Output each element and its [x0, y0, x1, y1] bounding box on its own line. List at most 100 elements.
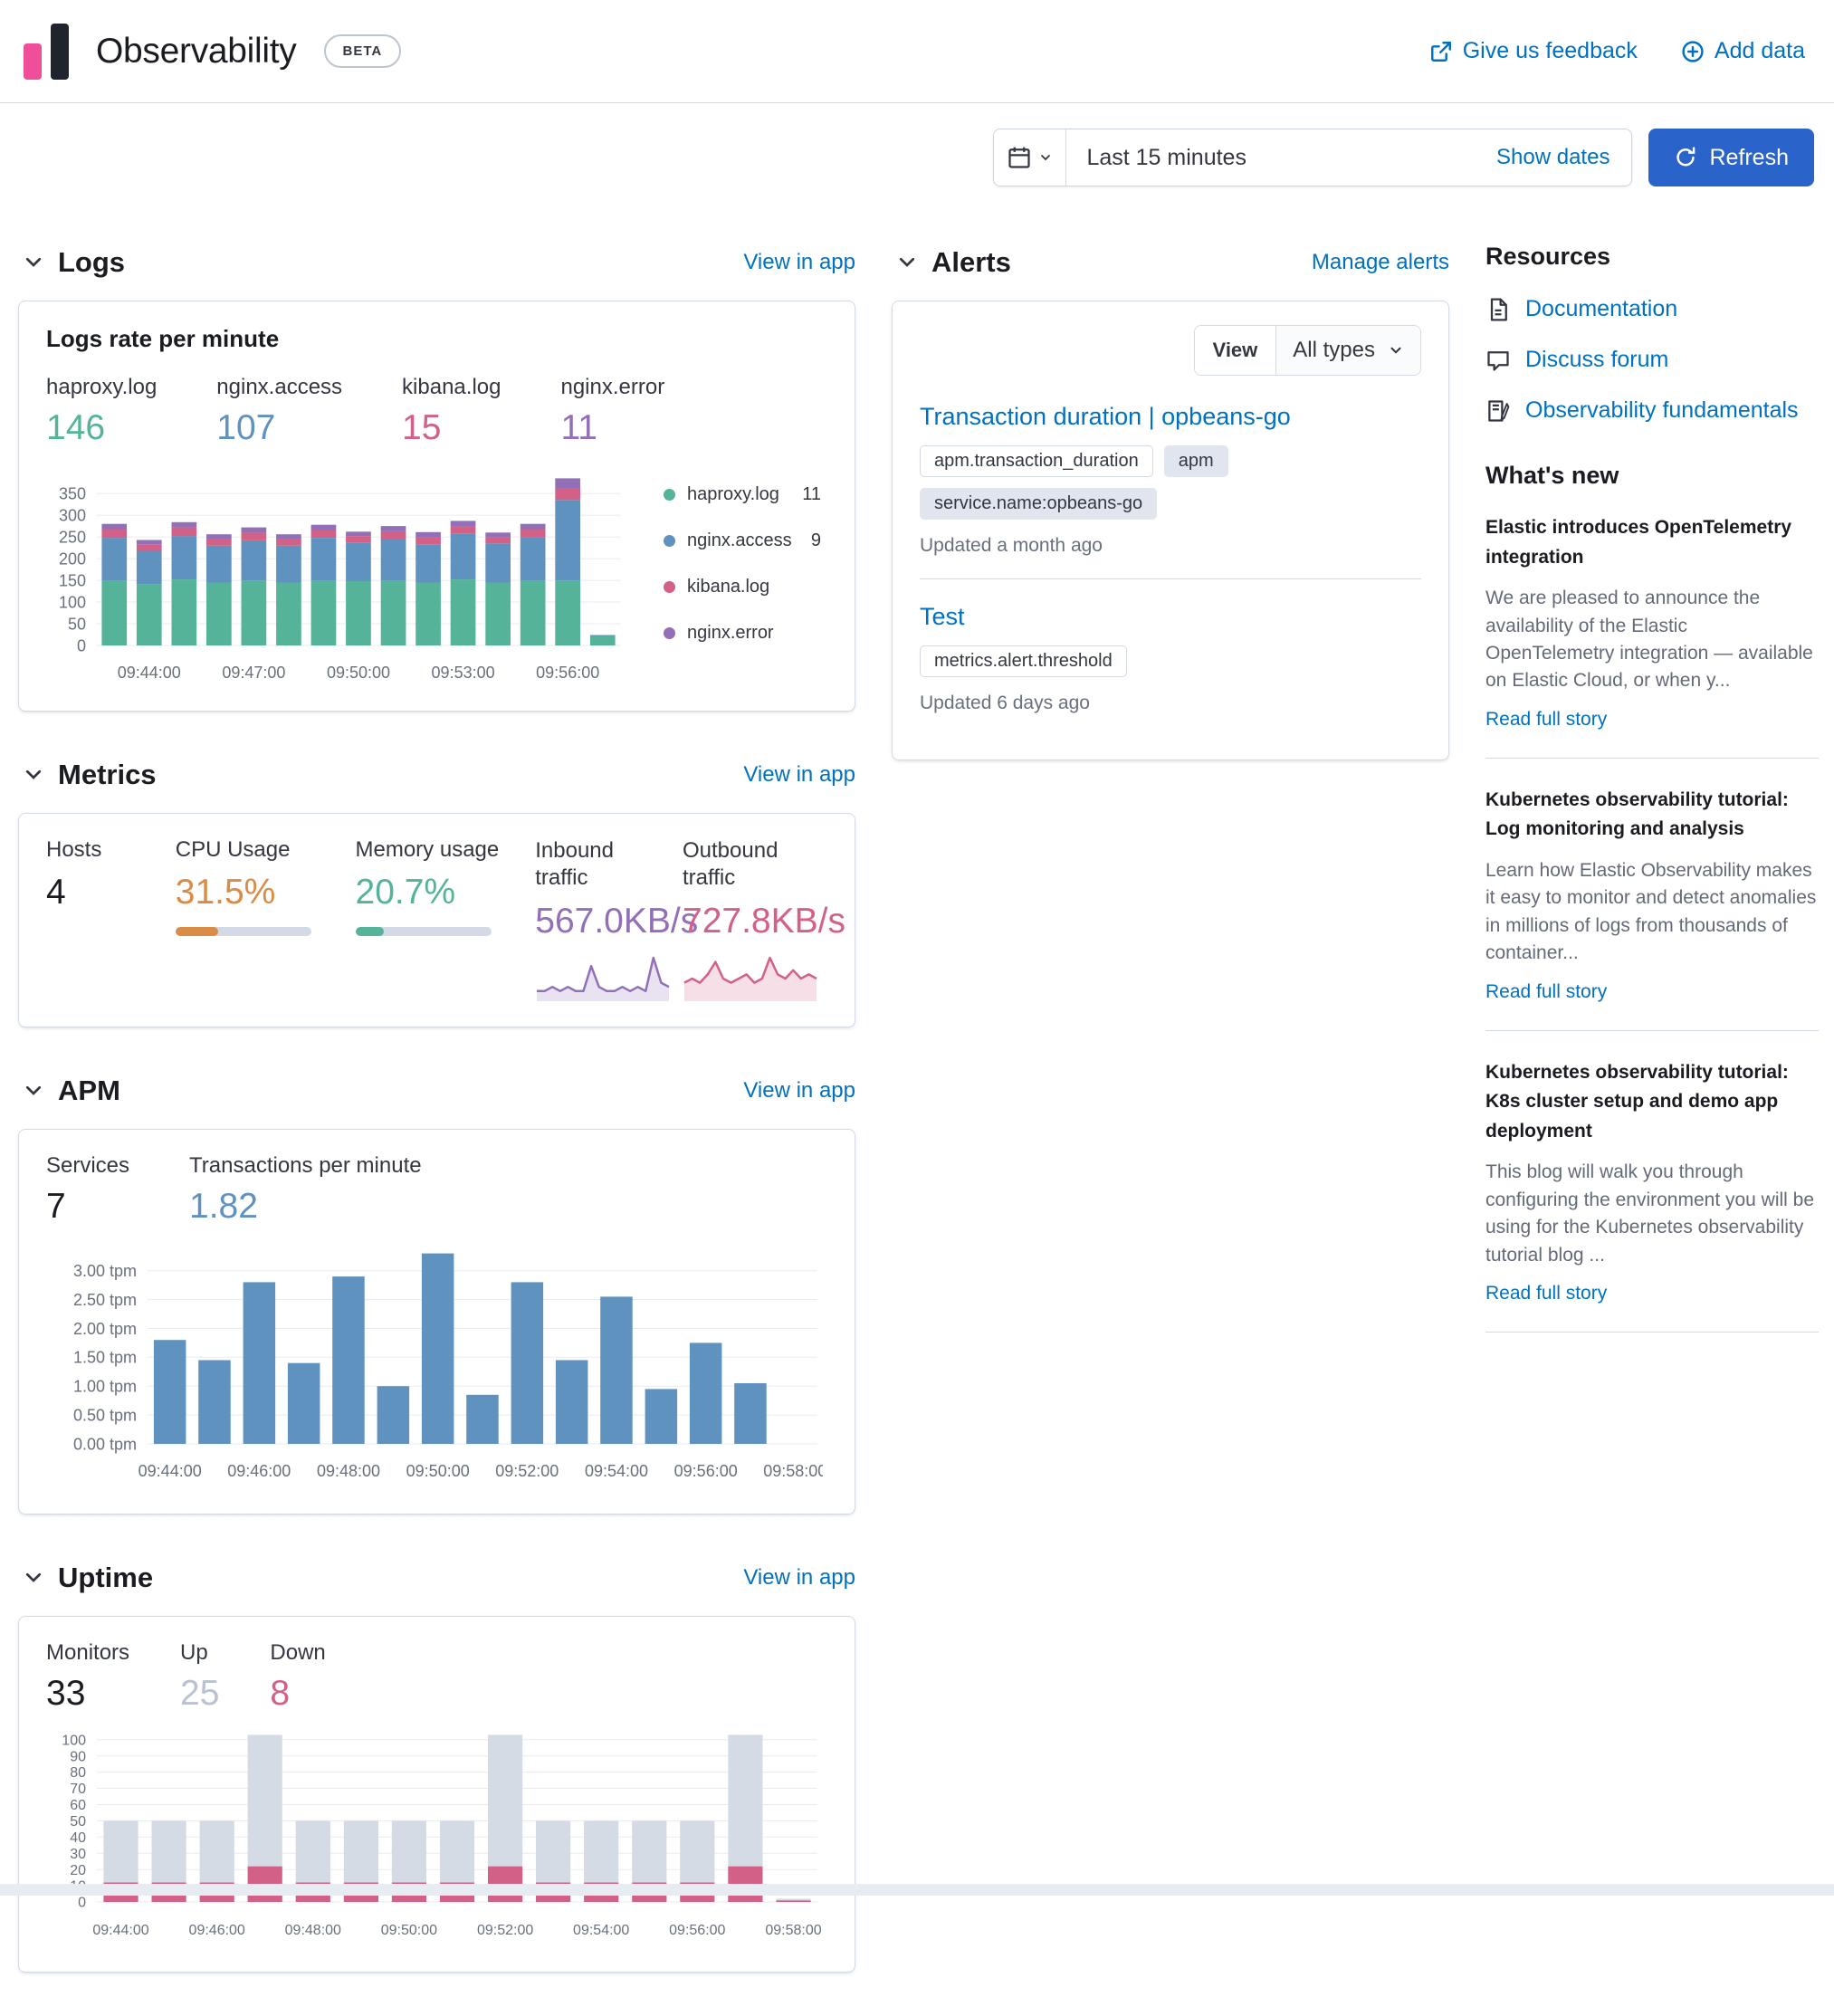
- apm-section-title: APM: [58, 1075, 120, 1107]
- add-data-label: Add data: [1715, 38, 1805, 64]
- svg-text:0: 0: [78, 1896, 86, 1911]
- svg-text:09:58:00: 09:58:00: [763, 1462, 823, 1480]
- middle-column: Alerts Manage alerts View All types Tran…: [892, 243, 1449, 804]
- stat-label: Down: [270, 1640, 325, 1666]
- metric-label: Hosts: [46, 837, 173, 863]
- uptime-section-title: Uptime: [58, 1562, 153, 1594]
- uptime-collapse-chevron-icon[interactable]: [18, 1562, 49, 1593]
- alerts-collapse-chevron-icon[interactable]: [892, 247, 922, 278]
- down-stat: Down 8: [270, 1640, 325, 1714]
- alert-list-item: Transaction duration | opbeans-go apm.tr…: [920, 379, 1421, 578]
- svg-text:09:46:00: 09:46:00: [227, 1462, 291, 1480]
- svg-text:09:52:00: 09:52:00: [495, 1462, 559, 1480]
- stat-label: Transactions per minute: [189, 1153, 422, 1179]
- stat-value: 8: [270, 1674, 325, 1714]
- legend-item[interactable]: nginx.error: [664, 623, 821, 644]
- quick-select-button[interactable]: [994, 129, 1066, 186]
- uptime-monitors-chart: 010203040506070809010009:44:0009:46:0009…: [46, 1717, 823, 1944]
- logs-stat: nginx.access 107: [216, 375, 342, 448]
- logs-stat: nginx.error 11: [560, 375, 664, 448]
- legend-label: haproxy.log: [687, 484, 779, 505]
- svg-text:30: 30: [70, 1847, 86, 1862]
- metric-value: 31.5%: [176, 873, 353, 912]
- outbound-traffic-sparkline: [683, 952, 818, 1003]
- left-column: Logs View in app Logs rate per minute ha…: [18, 243, 855, 2016]
- uptime-panel: Monitors 33 Up 25 Down 8 010203040506070…: [18, 1616, 855, 1973]
- news-body: Learn how Elastic Observability makes it…: [1485, 857, 1819, 968]
- legend-label: nginx.error: [687, 623, 774, 644]
- logs-chart-legend: haproxy.log 11 nginx.access 9 kibana.log: [644, 463, 825, 687]
- svg-text:0.00 tpm: 0.00 tpm: [73, 1435, 137, 1453]
- give-feedback-link[interactable]: Give us feedback: [1429, 38, 1638, 64]
- legend-label: nginx.access: [687, 530, 792, 551]
- metrics-panel: Hosts 4 CPU Usage 31.5% Memory usage 20.…: [18, 813, 855, 1027]
- refresh-button[interactable]: Refresh: [1648, 129, 1814, 186]
- read-full-story-link[interactable]: Read full story: [1485, 1283, 1607, 1304]
- add-data-link[interactable]: Add data: [1681, 38, 1805, 64]
- uptime-view-in-app-link[interactable]: View in app: [743, 1565, 855, 1591]
- svg-text:80: 80: [70, 1765, 86, 1781]
- alert-badge: apm: [1164, 445, 1228, 477]
- stat-value: 33: [46, 1674, 129, 1714]
- alert-title-link[interactable]: Test: [920, 603, 965, 631]
- svg-text:60: 60: [70, 1798, 86, 1813]
- alert-type-select[interactable]: All types: [1275, 326, 1420, 375]
- apm-collapse-chevron-icon[interactable]: [18, 1075, 49, 1106]
- stat-value: 15: [402, 408, 501, 448]
- brand: Observability BETA: [24, 24, 401, 80]
- svg-text:09:47:00: 09:47:00: [222, 664, 285, 682]
- news-item: Elastic introduces OpenTelemetry integra…: [1485, 513, 1819, 759]
- svg-text:09:48:00: 09:48:00: [285, 1923, 341, 1938]
- show-dates-link[interactable]: Show dates: [1496, 145, 1631, 170]
- legend-item[interactable]: nginx.access 9: [664, 530, 821, 551]
- metrics-collapse-chevron-icon[interactable]: [18, 760, 49, 790]
- legend-item[interactable]: kibana.log: [664, 577, 821, 597]
- hosts-metric: Hosts 4: [46, 837, 173, 1003]
- uptime-section: Uptime View in app Monitors 33 Up 25 Dow…: [18, 1558, 855, 1973]
- memory-progress-bar: [356, 927, 492, 936]
- cpu-usage-metric: CPU Usage 31.5%: [176, 837, 353, 1003]
- read-full-story-link[interactable]: Read full story: [1485, 709, 1607, 730]
- logs-view-in-app-link[interactable]: View in app: [743, 250, 855, 275]
- alert-title-link[interactable]: Transaction duration | opbeans-go: [920, 403, 1291, 431]
- observability-fundamentals-link[interactable]: Observability fundamentals: [1485, 397, 1819, 424]
- services-stat: Services 7: [46, 1153, 129, 1227]
- calendar-icon: [1007, 145, 1032, 170]
- stat-label: Monitors: [46, 1640, 129, 1666]
- plus-circle-icon: [1681, 40, 1705, 63]
- monitors-stat: Monitors 33: [46, 1640, 129, 1714]
- discuss-forum-label: Discuss forum: [1525, 347, 1668, 373]
- chevron-down-icon: [1388, 342, 1404, 358]
- metrics-section: Metrics View in app Hosts 4 CPU Usage 31…: [18, 755, 855, 1027]
- stat-value: 7: [46, 1187, 129, 1227]
- news-title: Elastic introduces OpenTelemetry integra…: [1485, 513, 1819, 572]
- documentation-link[interactable]: Documentation: [1485, 296, 1819, 322]
- logs-collapse-chevron-icon[interactable]: [18, 247, 49, 278]
- svg-text:2.50 tpm: 2.50 tpm: [73, 1291, 137, 1309]
- legend-item[interactable]: haproxy.log 11: [664, 484, 821, 505]
- alerts-section: Alerts Manage alerts View All types Tran…: [892, 243, 1449, 760]
- stat-label: haproxy.log: [46, 375, 157, 400]
- apm-view-in-app-link[interactable]: View in app: [743, 1078, 855, 1104]
- manage-alerts-link[interactable]: Manage alerts: [1312, 250, 1449, 275]
- alert-list-item: Test metrics.alert.threshold Updated 6 d…: [920, 578, 1421, 736]
- time-range-value[interactable]: Last 15 minutes: [1066, 145, 1496, 171]
- stat-label: nginx.access: [216, 375, 342, 400]
- observability-fundamentals-label: Observability fundamentals: [1525, 397, 1799, 424]
- page-bottom-strip: [0, 1884, 1834, 1896]
- svg-text:09:54:00: 09:54:00: [573, 1923, 629, 1938]
- svg-text:2.00 tpm: 2.00 tpm: [73, 1320, 137, 1338]
- metric-value: 20.7%: [356, 873, 533, 912]
- alert-updated-text: Updated 6 days ago: [920, 693, 1421, 714]
- metrics-view-in-app-link[interactable]: View in app: [743, 762, 855, 788]
- svg-text:09:53:00: 09:53:00: [432, 664, 495, 682]
- stat-value: 146: [46, 408, 157, 448]
- stat-label: nginx.error: [560, 375, 664, 400]
- right-sidebar: Resources Documentation Discuss forum Ob…: [1485, 243, 1819, 1360]
- logs-section: Logs View in app Logs rate per minute ha…: [18, 243, 855, 712]
- read-full-story-link[interactable]: Read full story: [1485, 981, 1607, 1002]
- svg-text:09:58:00: 09:58:00: [765, 1923, 821, 1938]
- discuss-forum-link[interactable]: Discuss forum: [1485, 347, 1819, 373]
- metric-label: Outbound traffic: [683, 837, 791, 892]
- svg-text:09:48:00: 09:48:00: [317, 1462, 380, 1480]
